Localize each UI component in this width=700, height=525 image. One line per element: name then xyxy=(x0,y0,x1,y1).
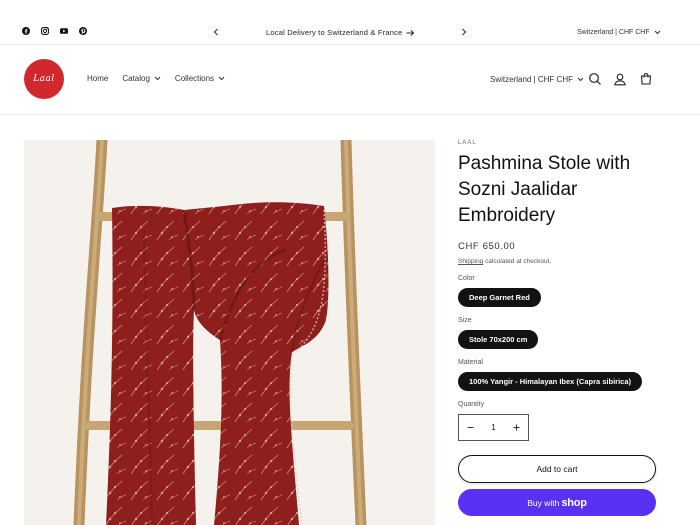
chevron-down-icon xyxy=(218,76,225,81)
arrow-right-icon xyxy=(406,29,415,36)
nav-item-collections[interactable]: Collections xyxy=(175,74,225,83)
logo[interactable]: Laal xyxy=(24,59,64,99)
announcement-bar: Local Delivery to Switzerland & France S… xyxy=(0,0,700,45)
quantity-stepper: 1 xyxy=(458,414,529,441)
search-icon[interactable] xyxy=(588,72,602,86)
option-color-pill[interactable]: Deep Garnet Red xyxy=(458,288,541,307)
country-selector-top-label: Switzerland | CHF CHF xyxy=(577,29,650,36)
option-material-pill[interactable]: 100% Yangir - Himalayan Ibex (Capra sibi… xyxy=(458,372,643,391)
announcement-text: Local Delivery to Switzerland & France xyxy=(266,28,403,37)
tax-note-text: calculated at checkout. xyxy=(483,258,552,265)
plus-icon xyxy=(513,424,520,430)
country-selector-header[interactable]: Switzerland | CHF CHF xyxy=(490,75,584,84)
nav-item-home[interactable]: Home xyxy=(87,74,108,83)
product-vendor: LAAL xyxy=(458,140,477,146)
instagram-icon[interactable] xyxy=(41,27,49,35)
nav-item-catalog[interactable]: Catalog xyxy=(122,74,161,83)
account-icon[interactable] xyxy=(613,72,627,86)
add-to-cart-label: Add to cart xyxy=(536,464,578,474)
chevron-down-icon xyxy=(577,77,584,82)
shop-logo: shop xyxy=(561,496,587,509)
nav-item-label: Catalog xyxy=(122,74,150,83)
facebook-icon[interactable] xyxy=(22,27,30,35)
product-image[interactable] xyxy=(24,140,435,525)
quantity-input[interactable]: 1 xyxy=(491,423,495,432)
cart-icon[interactable] xyxy=(639,72,653,86)
logo-text: Laal xyxy=(33,74,55,84)
buy-with-shop-button[interactable]: Buy with shop xyxy=(458,489,656,516)
announcement-prev-button[interactable] xyxy=(211,27,221,37)
product-photo xyxy=(24,140,435,525)
option-label-color: Color xyxy=(458,275,475,282)
country-selector-header-label: Switzerland | CHF CHF xyxy=(490,75,573,84)
quantity-label: Quantity xyxy=(458,401,485,408)
tax-note: Shipping calculated at checkout. xyxy=(458,258,678,265)
option-label-size: Size xyxy=(458,317,472,324)
youtube-icon[interactable] xyxy=(60,27,68,35)
nav-item-label: Collections xyxy=(174,74,215,83)
option-size-pill[interactable]: Stole 70x200 cm xyxy=(458,330,539,349)
chevron-left-icon xyxy=(213,28,218,36)
option-label-material: Material xyxy=(458,359,483,366)
quantity-decrease-button[interactable] xyxy=(467,422,474,434)
country-selector-top[interactable]: Switzerland | CHF CHF xyxy=(577,29,661,36)
announcement-next-button[interactable] xyxy=(459,27,469,37)
minus-icon xyxy=(467,426,474,428)
pinterest-icon[interactable] xyxy=(79,27,87,35)
main-nav: Home Catalog Collections xyxy=(87,74,225,83)
nav-item-label: Home xyxy=(87,74,109,83)
buy-with-label: Buy with xyxy=(527,497,560,508)
announcement-message[interactable]: Local Delivery to Switzerland & France xyxy=(266,28,415,37)
add-to-cart-button[interactable]: Add to cart xyxy=(458,455,656,483)
social-links xyxy=(22,27,87,35)
chevron-right-icon xyxy=(462,28,467,36)
product-info: LAAL Pashmina Stole with Sozni Jaalidar … xyxy=(458,140,678,516)
chevron-down-icon xyxy=(154,76,161,81)
site-header: Laal Home Catalog Collections Switzerlan… xyxy=(0,45,700,115)
product-title: Pashmina Stole with Sozni Jaalidar Embro… xyxy=(458,153,631,226)
quantity-increase-button[interactable] xyxy=(513,422,520,434)
shipping-link[interactable]: Shipping xyxy=(458,258,483,265)
chevron-down-icon xyxy=(654,30,660,35)
product-price: CHF 650.00 xyxy=(458,241,516,252)
